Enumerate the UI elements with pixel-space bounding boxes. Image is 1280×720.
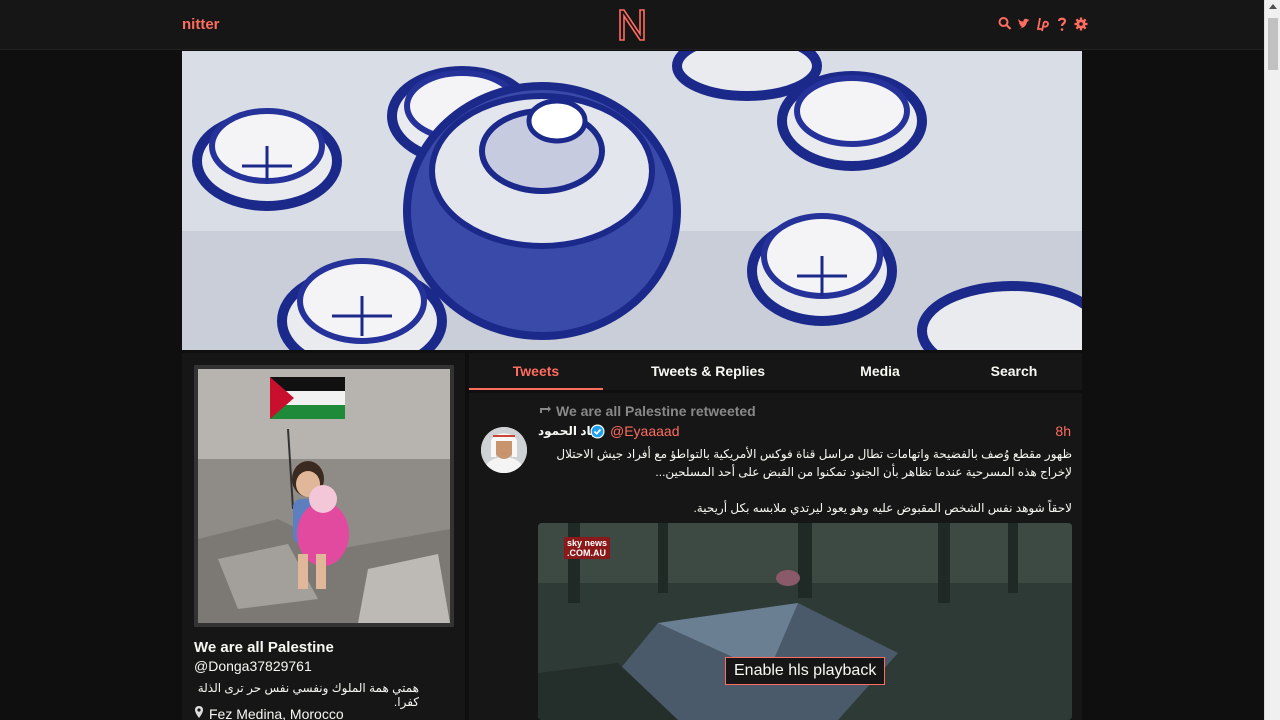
nitter-logo-icon[interactable] — [618, 8, 646, 47]
profile-fullname[interactable]: We are all Palestine — [194, 639, 334, 656]
scroll-thumb[interactable] — [1268, 18, 1278, 70]
tweet-avatar[interactable] — [481, 427, 527, 473]
profile-location: Fez Medina, Morocco — [194, 705, 344, 720]
profile-avatar[interactable] — [194, 365, 454, 627]
retweet-icon — [538, 403, 552, 419]
scroll-up-arrow-icon[interactable] — [1269, 4, 1277, 9]
navbar: nitter — [0, 0, 1264, 50]
video-watermark: sky news .COM.AU — [564, 537, 611, 559]
profile-card: We are all Palestine @Donga37829761 همتي… — [182, 353, 465, 720]
retweet-header-text[interactable]: We are all Palestine retweeted — [556, 403, 756, 419]
location-pin-icon — [194, 705, 204, 720]
search-icon[interactable] — [998, 16, 1012, 32]
help-icon[interactable] — [1055, 16, 1069, 32]
nitter-home-link[interactable]: nitter — [182, 16, 220, 33]
tweet-text-line: لاحقاً شوهد نفس الشخص المقبوض عليه وهو ي… — [693, 501, 1072, 515]
tab-tweets-replies[interactable]: Tweets & Replies — [623, 353, 793, 390]
tab-search[interactable]: Search — [959, 353, 1069, 390]
gear-icon[interactable] — [1074, 16, 1088, 32]
liberapay-icon[interactable] — [1036, 16, 1050, 32]
video-watermark-sub: .COM.AU — [567, 548, 606, 558]
twitter-icon[interactable] — [1017, 16, 1031, 32]
timeline: We are all Palestine retweeted إياد الحم… — [469, 393, 1082, 720]
tab-tweets[interactable]: Tweets — [469, 353, 603, 390]
page-scrollbar[interactable] — [1264, 0, 1280, 720]
tweet-date[interactable]: 8h — [1055, 423, 1071, 439]
tweet-text-line: ظهور مقطع وُصف بالفضيحة واتهامات تطال مر… — [556, 447, 1072, 479]
tweet-content: ظهور مقطع وُصف بالفضيحة واتهامات تطال مر… — [538, 445, 1072, 517]
tweet-video[interactable]: sky news .COM.AU Enable hls playback — [538, 523, 1072, 720]
tweet-username[interactable]: @Eyaaaad — [610, 423, 679, 439]
profile-username[interactable]: @Donga37829761 — [194, 658, 312, 674]
profile-banner[interactable] — [182, 51, 1082, 350]
timeline-tabs: Tweets Tweets & Replies Media Search — [469, 353, 1082, 390]
video-watermark-text: sky news — [567, 538, 608, 548]
enable-hls-playback-button[interactable]: Enable hls playback — [725, 657, 886, 685]
tweet-text-line — [538, 481, 1072, 499]
retweet-header: We are all Palestine retweeted — [538, 403, 756, 419]
tab-media[interactable]: Media — [825, 353, 935, 390]
location-text[interactable]: Fez Medina, Morocco — [209, 706, 344, 720]
verified-badge-icon — [590, 424, 605, 444]
